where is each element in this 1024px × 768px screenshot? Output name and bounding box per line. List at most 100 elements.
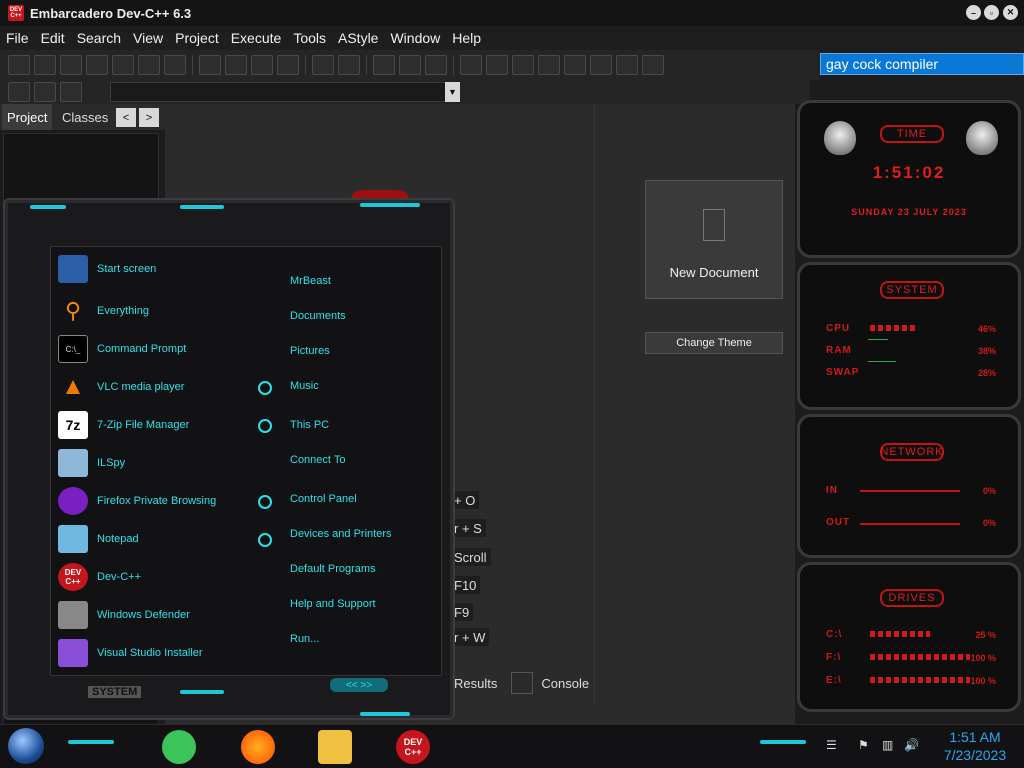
open-folder-icon[interactable] [34, 55, 56, 75]
close-all-icon[interactable] [138, 55, 160, 75]
menu-search[interactable]: Search [71, 30, 127, 46]
start-link-connect-to[interactable]: Connect To [290, 454, 345, 466]
start-link-this-pc[interactable]: This PC [290, 419, 329, 431]
menu-view[interactable]: View [127, 30, 169, 46]
start-link-run[interactable]: Run... [290, 633, 319, 645]
new-document-button[interactable]: New Document [645, 180, 783, 299]
start-item-ilspy[interactable]: ILSpy [58, 448, 258, 478]
tab-console[interactable]: Console [541, 676, 589, 691]
new-project-icon[interactable] [373, 55, 395, 75]
start-item-start-screen[interactable]: Start screen [58, 254, 258, 284]
start-link-pictures[interactable]: Pictures [290, 345, 330, 357]
start-link-help-support[interactable]: Help and Support [290, 598, 376, 610]
toggle-bookmark-icon[interactable] [34, 82, 56, 102]
tab-project[interactable]: Project [2, 104, 53, 130]
editor-divider [594, 104, 595, 704]
start-item-vlc[interactable]: ▲ VLC media player [58, 372, 258, 402]
chevron-down-icon[interactable]: ▼ [445, 82, 460, 102]
notepad-icon [58, 525, 88, 553]
start-item-vs-installer[interactable]: Visual Studio Installer [58, 638, 258, 668]
compile-icon[interactable] [460, 55, 482, 75]
start-link-devices-printers[interactable]: Devices and Printers [290, 528, 392, 540]
start-item-windows-defender[interactable]: Windows Defender [58, 600, 258, 630]
action-center-flag-icon[interactable]: ⚑ [858, 738, 872, 752]
net-out-label: OUT [826, 517, 851, 528]
insert-icon[interactable] [8, 82, 30, 102]
devcpp-taskbar-icon[interactable]: DEV C++ [396, 730, 430, 764]
project-options-icon[interactable] [425, 55, 447, 75]
widget-date: SUNDAY 23 JULY 2023 [851, 207, 967, 217]
start-menu-nav-button[interactable]: << >> [330, 678, 388, 692]
submenu-arrow-icon[interactable] [258, 381, 272, 395]
replace-icon[interactable] [225, 55, 247, 75]
tab-classes[interactable]: Classes [57, 104, 113, 130]
check-syntax-icon[interactable] [564, 55, 586, 75]
network-icon[interactable]: ▥ [882, 738, 896, 752]
new-file-icon[interactable] [8, 55, 30, 75]
widget-title: DRIVES [880, 589, 944, 607]
print-icon[interactable] [164, 55, 186, 75]
submenu-arrow-icon[interactable] [258, 533, 272, 547]
tab-next-button[interactable]: > [139, 108, 159, 127]
start-item-command-prompt[interactable]: C:\_ Command Prompt [58, 334, 258, 364]
menu-window[interactable]: Window [384, 30, 446, 46]
drive-f-label: F:\ [826, 652, 842, 663]
start-link-default-programs[interactable]: Default Programs [290, 563, 376, 575]
menu-execute[interactable]: Execute [225, 30, 288, 46]
start-item-everything[interactable]: ⚲ Everything [58, 296, 258, 326]
start-item-label: Notepad [97, 533, 139, 545]
widget-title: SYSTEM [880, 281, 944, 299]
start-item-7zip[interactable]: 7z 7-Zip File Manager [58, 410, 258, 440]
find-icon[interactable] [199, 55, 221, 75]
profile-icon[interactable] [616, 55, 638, 75]
open-project-icon[interactable] [399, 55, 421, 75]
file-explorer-icon[interactable] [318, 730, 352, 764]
show-hidden-icons-icon[interactable]: ☰ [826, 738, 840, 752]
menu-astyle[interactable]: AStyle [332, 30, 384, 46]
search-input[interactable] [820, 53, 1024, 75]
menu-project[interactable]: Project [169, 30, 225, 46]
start-link-mrbeast[interactable]: MrBeast [290, 275, 331, 287]
close-file-icon[interactable] [112, 55, 134, 75]
tab-results[interactable]: Results [454, 676, 497, 691]
save-icon[interactable] [60, 55, 82, 75]
goto-line-icon[interactable] [277, 55, 299, 75]
start-link-music[interactable]: Music [290, 380, 319, 392]
compiler-select[interactable] [110, 82, 460, 102]
minimize-button[interactable]: – [966, 5, 981, 20]
find-next-icon[interactable] [251, 55, 273, 75]
save-all-icon[interactable] [86, 55, 108, 75]
shortcut-hint: Scroll [450, 548, 491, 566]
compile-run-icon[interactable] [512, 55, 534, 75]
start-link-documents[interactable]: Documents [290, 310, 346, 322]
run-icon[interactable] [486, 55, 508, 75]
undo-icon[interactable] [312, 55, 334, 75]
menu-edit[interactable]: Edit [35, 30, 71, 46]
notes-app-icon[interactable] [162, 730, 196, 764]
menu-file[interactable]: File [0, 30, 35, 46]
redo-icon[interactable] [338, 55, 360, 75]
rebuild-icon[interactable] [538, 55, 560, 75]
taskbar-clock[interactable]: 1:51 AM 7/23/2023 [930, 728, 1020, 764]
stop-icon[interactable] [590, 55, 612, 75]
start-item-devcpp[interactable]: DEV C++ Dev-C++ [58, 562, 258, 592]
volume-icon[interactable]: 🔊 [904, 738, 919, 752]
start-link-control-panel[interactable]: Control Panel [290, 493, 357, 505]
menu-tools[interactable]: Tools [287, 30, 332, 46]
taskbar-accent [68, 740, 114, 744]
start-item-notepad[interactable]: Notepad [58, 524, 258, 554]
firefox-icon[interactable] [241, 730, 275, 764]
goto-bookmark-icon[interactable] [60, 82, 82, 102]
maximize-button[interactable]: ▫ [984, 5, 999, 20]
close-button[interactable]: ✕ [1003, 5, 1018, 20]
start-button[interactable] [8, 728, 44, 764]
toolbar-separator [305, 55, 306, 75]
start-item-firefox-private[interactable]: Firefox Private Browsing [58, 486, 258, 516]
change-theme-button[interactable]: Change Theme [645, 332, 783, 354]
menu-help[interactable]: Help [446, 30, 487, 46]
submenu-arrow-icon[interactable] [258, 495, 272, 509]
tab-prev-button[interactable]: < [116, 108, 136, 127]
delete-profile-icon[interactable] [642, 55, 664, 75]
submenu-arrow-icon[interactable] [258, 419, 272, 433]
start-item-label: Everything [97, 305, 149, 317]
